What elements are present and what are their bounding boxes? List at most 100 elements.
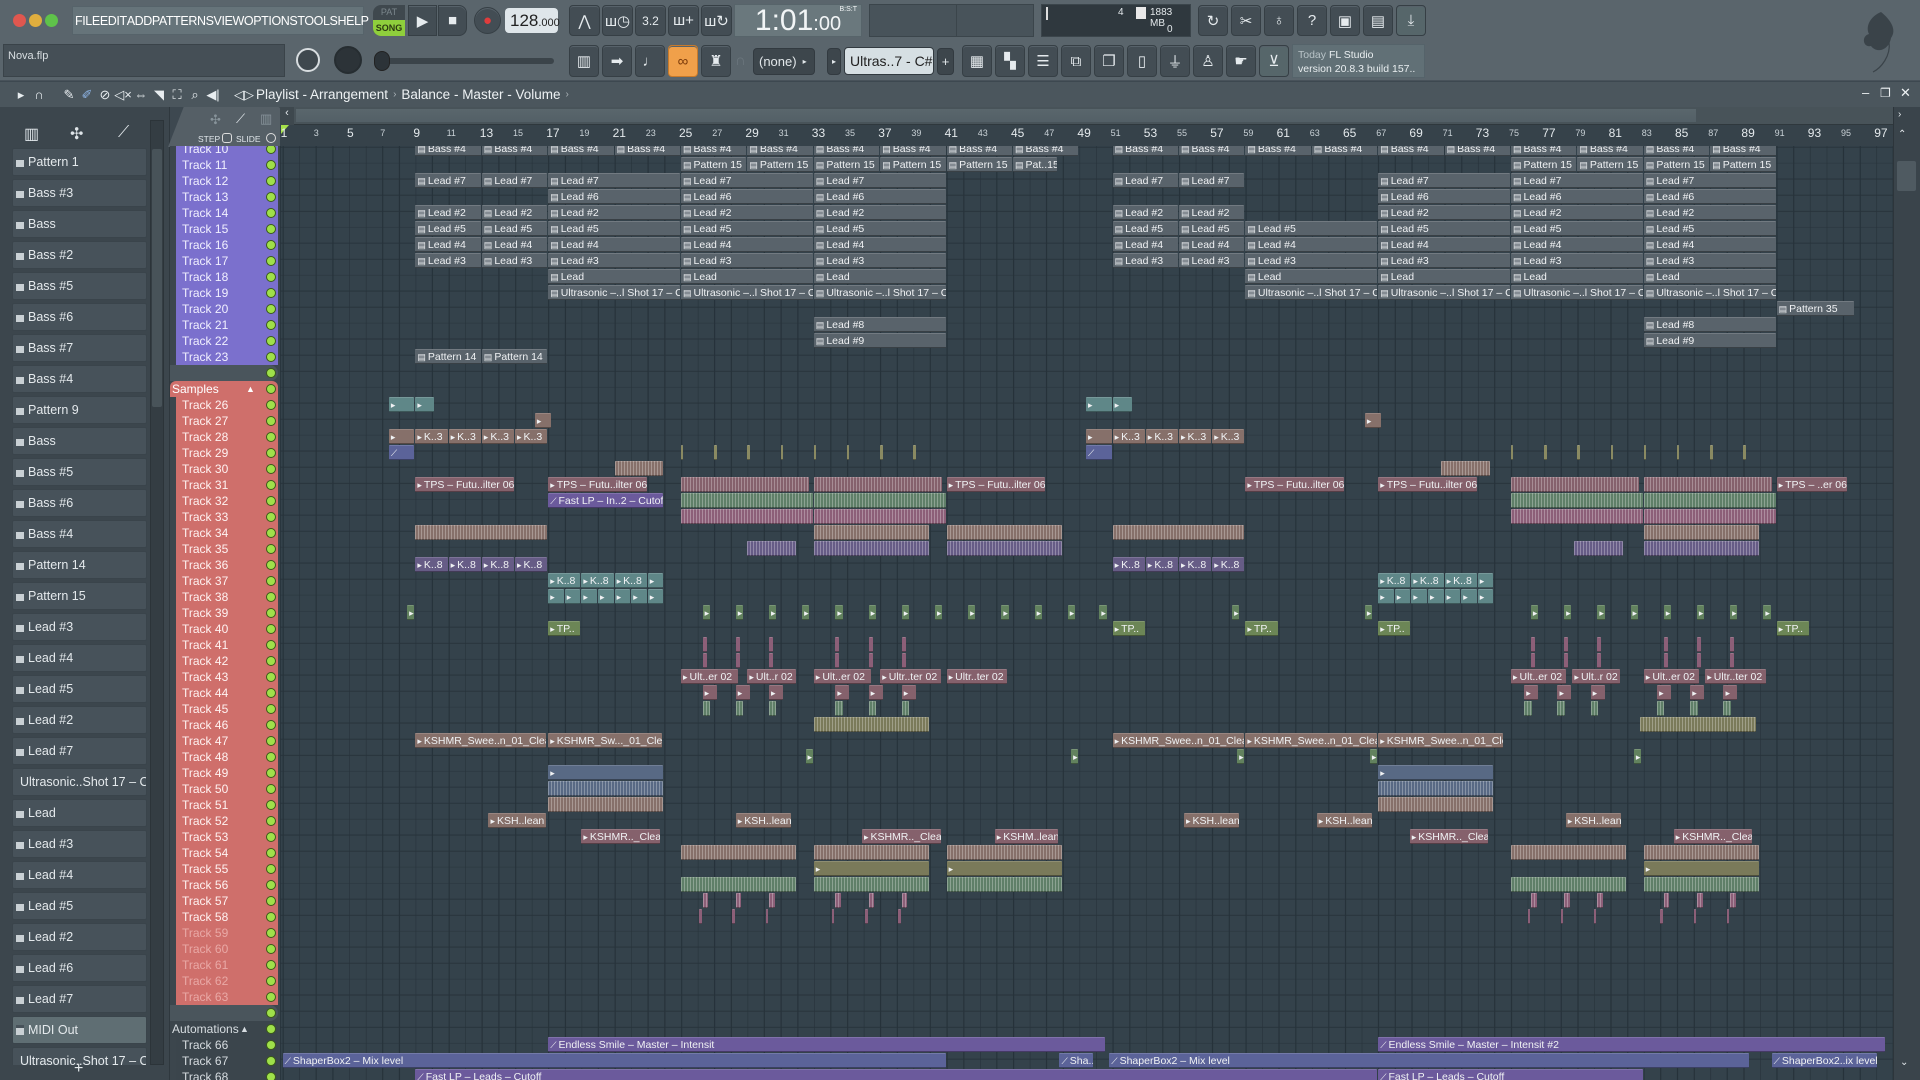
audio-clip[interactable]	[1663, 893, 1670, 909]
pattern-item[interactable]: Lead #4	[12, 861, 147, 889]
scroll-down-icon[interactable]: ⌄	[1900, 1057, 1908, 1068]
track-enable-led[interactable]	[266, 607, 276, 618]
mixer-button[interactable]: ⧉	[1061, 45, 1091, 77]
track-header[interactable]: Track 27	[176, 412, 278, 429]
audio-clip[interactable]	[1560, 909, 1564, 925]
audio-clip[interactable]: ▸ Ult..r 02	[1572, 669, 1620, 685]
pattern-item[interactable]: Bass #5	[12, 458, 147, 486]
project-browser-button[interactable]: ▯	[1127, 45, 1157, 77]
audio-clip[interactable]: ▸ TPS – Futu..ilter 06	[1245, 477, 1344, 493]
audio-clip[interactable]: ▸	[1643, 861, 1759, 877]
audio-clip[interactable]	[1643, 845, 1759, 861]
audio-clip[interactable]: ▸ Ult..r 02	[747, 669, 797, 685]
ruler-bar-number[interactable]: 35	[845, 128, 855, 138]
track-enable-led[interactable]	[266, 255, 276, 266]
track-enable-led[interactable]	[266, 303, 276, 314]
maximize-window-button[interactable]	[45, 14, 58, 27]
pattern-clip[interactable]: ▤ Lead #3	[681, 253, 813, 269]
audio-clip[interactable]: ▸ TPS – Futu..ilter 06	[548, 477, 647, 493]
audio-clip[interactable]	[901, 653, 906, 669]
audio-clip[interactable]	[847, 445, 850, 461]
audio-clip[interactable]	[1690, 701, 1698, 717]
audio-clip[interactable]	[1527, 909, 1530, 925]
audio-clip[interactable]: ▸ K..3	[1212, 429, 1245, 445]
audio-clip[interactable]	[1564, 653, 1569, 669]
track-header[interactable]: Track 48	[176, 748, 278, 765]
ruler-bar-number[interactable]: 19	[579, 128, 589, 138]
audio-clip[interactable]: ▸	[1369, 749, 1378, 765]
pattern-clip[interactable]: ▤ Lead #4	[415, 237, 481, 253]
audio-clip[interactable]	[1663, 653, 1668, 669]
playlist-overview-scrollbar[interactable]: ‹	[280, 107, 1893, 125]
menu-file[interactable]: FILE	[75, 14, 100, 28]
pattern-item[interactable]: Bass #3	[12, 179, 147, 207]
audio-clip[interactable]	[768, 653, 773, 669]
audio-clip[interactable]	[1524, 701, 1532, 717]
pattern-clip[interactable]: ▤ Lead	[548, 269, 680, 285]
track-enable-led[interactable]	[266, 639, 276, 650]
audio-clip[interactable]	[1530, 653, 1535, 669]
track-header[interactable]: Track 50	[176, 780, 278, 797]
audio-clip[interactable]	[780, 445, 783, 461]
audio-clip[interactable]: ▸ TPS – Futu..ilter 06	[415, 477, 514, 493]
audio-clip[interactable]	[1544, 445, 1547, 461]
track-enable-led[interactable]	[266, 623, 276, 634]
arrow-button[interactable]: ➡	[602, 45, 632, 77]
audio-clip[interactable]: ▸	[614, 589, 631, 605]
track-enable-led[interactable]	[266, 847, 276, 858]
audio-clip[interactable]	[1530, 637, 1535, 653]
track-enable-led[interactable]	[266, 463, 276, 474]
audio-clip[interactable]: ▸	[1034, 605, 1042, 621]
audio-clip[interactable]	[835, 653, 840, 669]
pattern-item[interactable]: Pattern 14	[12, 551, 147, 579]
pattern-clip[interactable]: ▤ Lead #3	[1511, 253, 1643, 269]
track-header[interactable]: Track 67	[176, 1052, 278, 1069]
ruler-bar-number[interactable]: 63	[1310, 128, 1320, 138]
track-header[interactable]: Track 53	[176, 828, 278, 845]
audio-clip[interactable]: ▸	[564, 589, 581, 605]
audio-clip[interactable]	[832, 909, 835, 925]
audio-clip[interactable]: ▸ KSHMR.._Clean	[1673, 829, 1753, 845]
ruler-bar-number[interactable]: 71	[1443, 128, 1453, 138]
pattern-clip[interactable]: ▤ Lead #2	[1511, 205, 1643, 221]
automation-clip-icon[interactable]: ⟋	[236, 111, 245, 127]
menu-edit[interactable]: EDIT	[100, 14, 127, 28]
track-header[interactable]: Track 23	[176, 348, 278, 365]
audio-clip[interactable]: ▸	[1411, 589, 1427, 605]
track-header[interactable]	[170, 364, 278, 381]
delete-tool-icon[interactable]: ⊘	[96, 87, 114, 103]
audio-clip[interactable]: ▸	[1723, 685, 1738, 701]
audio-clip[interactable]: ▸	[946, 861, 1062, 877]
pattern-clip[interactable]: ▤ Pattern 15	[1511, 157, 1577, 173]
pattern-clip[interactable]: ▤ Ultrasonic –..l Shot 17 – C#	[681, 285, 813, 301]
audio-clip[interactable]	[735, 701, 744, 717]
magnet-icon[interactable]: ∩	[30, 87, 48, 102]
pattern-clip[interactable]: ▤ Lead #7	[1643, 173, 1776, 189]
audio-clip[interactable]	[1441, 461, 1491, 477]
track-enable-led[interactable]	[266, 223, 276, 234]
pattern-clip[interactable]: ▤ Lead #7	[1179, 173, 1245, 189]
pattern-clip[interactable]: ▤ Lead #5	[681, 221, 813, 237]
loop-record-button[interactable]: ш↻	[701, 5, 732, 36]
track-enable-led[interactable]	[266, 719, 276, 730]
track-header[interactable]: Track 19	[176, 284, 278, 301]
audio-clip-icon[interactable]: ✣	[210, 112, 221, 128]
ruler-bar-number[interactable]: 41	[945, 126, 958, 140]
ruler-bar-number[interactable]: 79	[1575, 128, 1585, 138]
track-enable-led[interactable]	[266, 703, 276, 714]
pattern-clip[interactable]: ▤ Bass #4	[481, 146, 548, 157]
audio-clip[interactable]	[614, 461, 664, 477]
pattern-clip[interactable]: ▤ Lead #4	[813, 237, 946, 253]
track-enable-led[interactable]	[266, 175, 276, 186]
ruler-bar-number[interactable]: 13	[480, 126, 493, 140]
audio-clip[interactable]: ▸	[388, 397, 415, 413]
audio-clip[interactable]: ▸	[534, 413, 551, 429]
audio-clip[interactable]: ▸	[1071, 749, 1079, 765]
audio-clip[interactable]: ▸ K..3	[448, 429, 481, 445]
ruler-bar-number[interactable]: 65	[1343, 126, 1356, 140]
audio-clip[interactable]: ▸ Ultr..ter 02	[1705, 669, 1766, 685]
track-header[interactable]: Track 14	[176, 204, 278, 221]
track-header[interactable]: Track 51	[176, 796, 278, 813]
audio-clip[interactable]: ▸	[901, 685, 916, 701]
audio-clip[interactable]: ▸	[835, 685, 850, 701]
